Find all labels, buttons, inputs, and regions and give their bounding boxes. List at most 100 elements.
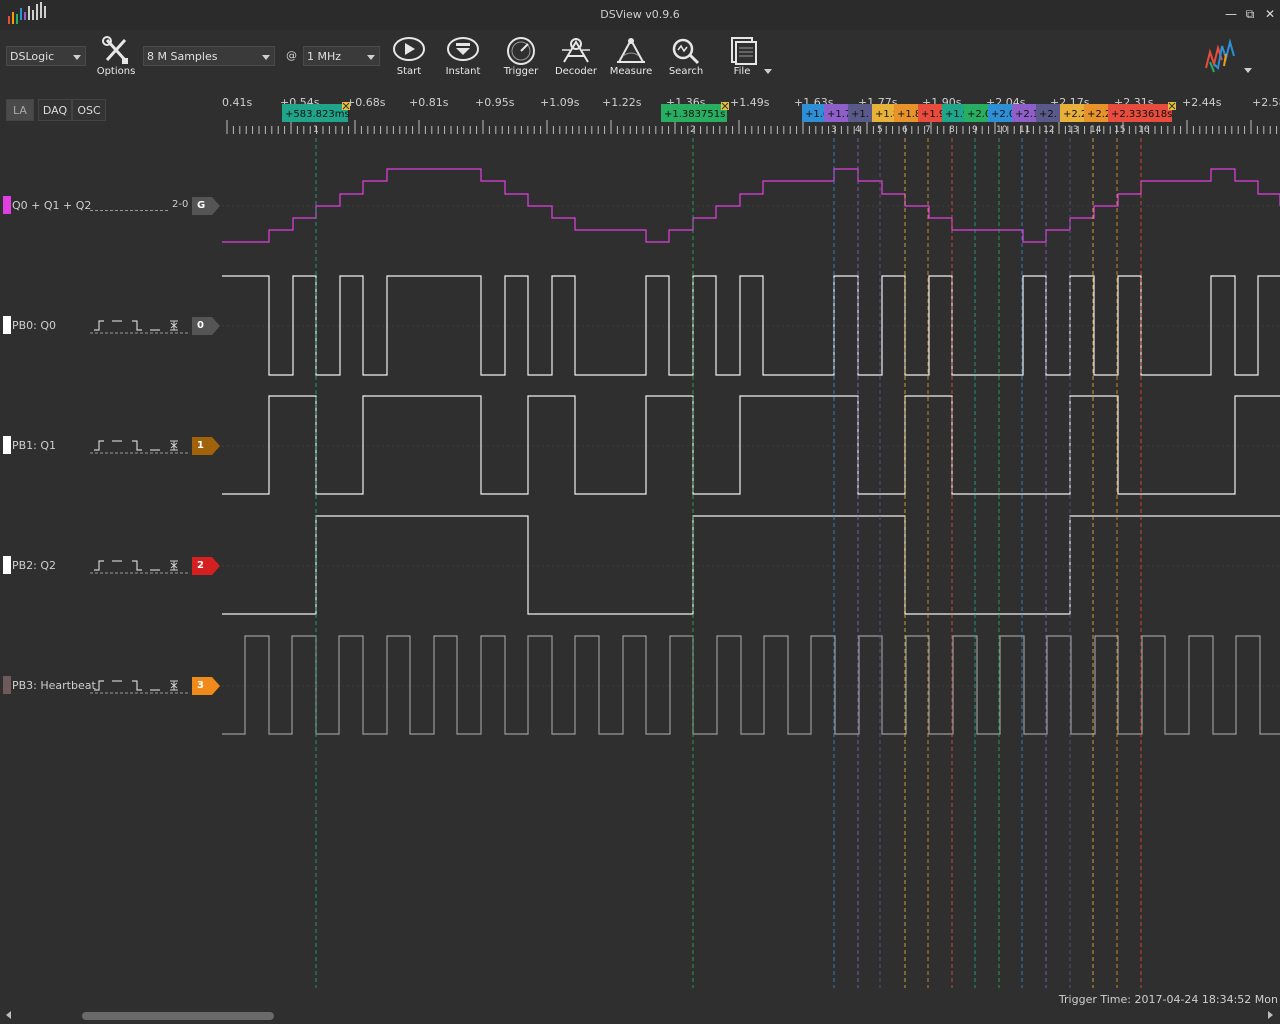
sample-count-value: 8 M Samples (147, 50, 218, 63)
cursor-flag[interactable]: +1.8 (894, 104, 921, 122)
device-select[interactable]: DSLogic (6, 46, 86, 66)
sample-rate-value: 1 MHz (307, 50, 342, 63)
chevron-down-icon (367, 55, 375, 60)
cursor-number: 12 (1043, 125, 1054, 135)
time-ruler[interactable]: 0.41s +0.54s +0.68s +0.81s +0.95s +1.09s +1.22… (222, 90, 1280, 138)
cursor-flag-label: +2.2 (1087, 109, 1111, 120)
file-label: File (733, 66, 751, 77)
cursor-number: 7 (925, 125, 931, 135)
restore-button[interactable]: ⧉ (1241, 6, 1259, 22)
cursor-flag-label: +1.8 (897, 109, 921, 120)
instant-capture-icon (447, 37, 479, 61)
search-button[interactable]: Search (658, 36, 714, 80)
cursor-number: 6 (902, 125, 908, 135)
horizontal-scrollbar[interactable] (0, 1009, 1280, 1023)
cursor-flag[interactable]: +583.823ms (282, 104, 350, 122)
ruler-tick-label: +2.58s (1252, 96, 1280, 109)
start-label: Start (396, 66, 422, 77)
ruler-tick-label: 0.41s (222, 96, 252, 109)
cursor-number: 8 (949, 125, 955, 135)
ruler-tick-label: +2.44s (1182, 96, 1222, 109)
cursor-flag-label: +2.2 (1063, 109, 1087, 120)
ruler-tick-label: +1.22s (602, 96, 642, 109)
search-icon (672, 38, 700, 65)
compass-ruler-icon (617, 38, 645, 63)
vendor-logo-icon[interactable] (1200, 38, 1256, 78)
file-stack-icon (731, 37, 757, 65)
time-ruler-canvas[interactable]: 0.41s +0.54s +0.68s +0.81s +0.95s +1.09s +1.22… (222, 90, 1280, 138)
cursor-number: 10 (996, 125, 1008, 135)
cursor-flag[interactable]: +1.9 (918, 104, 945, 122)
cursor-flag[interactable]: +2.2 (1084, 104, 1111, 122)
trigger-button[interactable]: Trigger (493, 36, 549, 80)
trace-pb2-q2 (222, 515, 1280, 615)
file-button[interactable]: File (714, 36, 770, 80)
cursor-number: 1 (313, 125, 319, 135)
decoder-button[interactable]: Decoder (548, 36, 604, 80)
cursor-number: 3 (831, 125, 837, 135)
play-icon (393, 37, 425, 61)
cursor-flag[interactable]: +2.333618s (1108, 104, 1172, 122)
cursor-flag[interactable]: +1. (848, 104, 872, 122)
scroll-left-icon[interactable] (6, 1011, 11, 1019)
cursor-number: 2 (690, 125, 696, 135)
sample-count-select[interactable]: 8 M Samples (143, 46, 275, 66)
trace-pb3-heartbeat (222, 635, 1280, 735)
trace-group-q0-q1-q2 (222, 168, 1280, 243)
options-button[interactable]: Options (88, 36, 144, 80)
cursor-flag[interactable]: +2.0 (964, 104, 991, 122)
cursor-flag[interactable]: +2.1 (1012, 104, 1039, 122)
cursor-flag-label: +2.0 (967, 109, 991, 120)
cursor-flag-label: +1. (851, 109, 869, 120)
scroll-right-icon[interactable] (1268, 1011, 1273, 1019)
cursor-flag-label: +2.333618s (1111, 109, 1172, 120)
cursor-flag-label: +2. (1039, 109, 1057, 120)
ruler-tick-label: +1.09s (540, 96, 580, 109)
start-button[interactable]: Start (381, 36, 437, 80)
waveform-view[interactable] (0, 138, 1280, 998)
cursor-flag-label: +2.1 (1015, 109, 1039, 120)
cursor-flag[interactable]: +1.7 (824, 104, 851, 122)
mode-tab-daq[interactable]: DAQ (38, 99, 72, 121)
chevron-down-icon (262, 55, 270, 60)
waveform-canvas[interactable] (0, 138, 1280, 998)
instant-button[interactable]: Instant (435, 36, 491, 80)
scrollbar-thumb[interactable] (82, 1012, 274, 1020)
cursor-number: 15 (1114, 125, 1125, 135)
close-button[interactable]: ✕ (1261, 6, 1279, 22)
ruler-tick-label: +0.95s (475, 96, 515, 109)
mode-tab-la[interactable]: LA (6, 99, 34, 121)
trigger-time-text: Trigger Time: 2017-04-24 18:34:52 Mon (1058, 993, 1278, 1006)
sample-rate-select[interactable]: 1 MHz (303, 46, 380, 66)
cursor-number: 5 (877, 125, 883, 135)
cursor-flag[interactable]: +2. (1036, 104, 1060, 122)
trace-pb0-q0 (222, 275, 1280, 376)
mode-tab-osc[interactable]: OSC (72, 99, 106, 121)
cursor-flag-label: +1.9 (921, 109, 945, 120)
window-title: DSView v0.9.6 (600, 8, 680, 21)
decoder-label: Decoder (554, 66, 598, 77)
cursor-number: 16 (1138, 125, 1150, 135)
ruler-tick-label: +0.68s (346, 96, 386, 109)
search-label: Search (668, 66, 704, 77)
instant-label: Instant (445, 66, 481, 77)
cursor-flag[interactable]: +2.2 (1060, 104, 1087, 122)
cursor-number: 11 (1019, 125, 1030, 135)
cursor-flag[interactable]: +2.0 (988, 104, 1015, 122)
minimize-button[interactable]: — (1222, 6, 1240, 22)
cursor-flag-label: +1.7 (827, 109, 851, 120)
wrench-screwdriver-icon (102, 36, 128, 64)
cursor-number: 4 (855, 125, 861, 135)
ruler-tick-label: +1.49s (730, 96, 770, 109)
options-label: Options (96, 66, 136, 77)
cursor-flag[interactable]: +1.383751s (661, 104, 727, 122)
measure-button[interactable]: Measure (603, 36, 659, 80)
gauge-icon (507, 37, 535, 65)
cursor-flag-label: +1.383751s (664, 109, 725, 120)
trace-pb1-q1 (222, 395, 1280, 495)
device-select-value: DSLogic (10, 50, 55, 63)
chevron-down-icon (73, 55, 81, 60)
file-menu-chevron-icon[interactable] (763, 67, 773, 75)
at-label: @ (286, 49, 297, 62)
title-bar: DSView v0.9.6 — ⧉ ✕ (0, 0, 1280, 30)
